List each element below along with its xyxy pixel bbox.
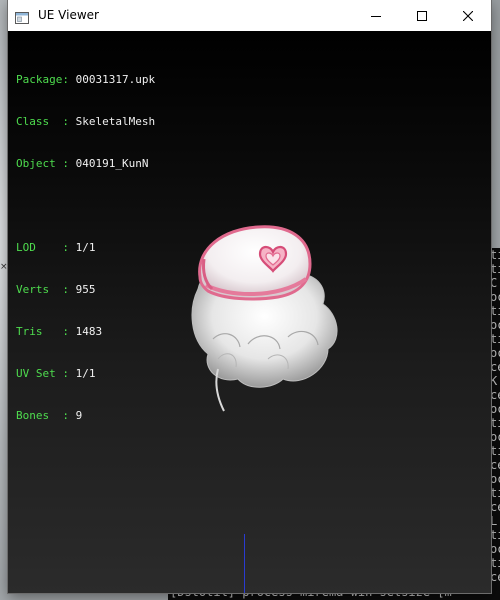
minimize-icon — [371, 15, 381, 17]
maximize-icon — [417, 10, 427, 21]
hat-mesh-model[interactable] — [178, 219, 348, 419]
class-label: Class : — [16, 115, 76, 128]
3d-viewport[interactable]: Package: 00031317.upk Class : SkeletalMe… — [8, 31, 491, 593]
app-window-icon — [15, 9, 29, 24]
verts-label: Verts : — [16, 283, 76, 296]
window-title: UE Viewer — [38, 8, 99, 22]
bones-value: 9 — [75, 409, 83, 422]
class-value: SkeletalMesh — [75, 115, 156, 128]
object-label: Object : — [16, 157, 76, 170]
tris-label: Tris : — [16, 325, 76, 338]
minimize-button[interactable] — [353, 0, 399, 31]
ue-viewer-window[interactable]: UE Viewer Package: 00031317.upk Class : … — [8, 0, 491, 593]
desktop-edge-x-mark: × — [0, 262, 8, 272]
title-bar[interactable]: UE Viewer — [8, 0, 491, 31]
close-button[interactable] — [445, 0, 491, 31]
maximize-button[interactable] — [399, 0, 445, 31]
uvset-value: 1/1 — [75, 367, 96, 380]
tris-value: 1483 — [75, 325, 103, 338]
package-label: Package: — [16, 73, 76, 86]
object-value: 040191_KunN — [75, 157, 149, 170]
uvset-label: UV Set : — [16, 367, 76, 380]
mesh-info-overlay: Package: 00031317.upk Class : SkeletalMe… — [16, 45, 155, 451]
z-axis-line — [244, 534, 245, 593]
verts-value: 955 — [75, 283, 96, 296]
close-icon — [463, 10, 473, 21]
package-value: 00031317.upk — [75, 73, 156, 86]
lod-label: LOD : — [16, 241, 76, 254]
bones-label: Bones : — [16, 409, 76, 422]
lod-value: 1/1 — [75, 241, 96, 254]
